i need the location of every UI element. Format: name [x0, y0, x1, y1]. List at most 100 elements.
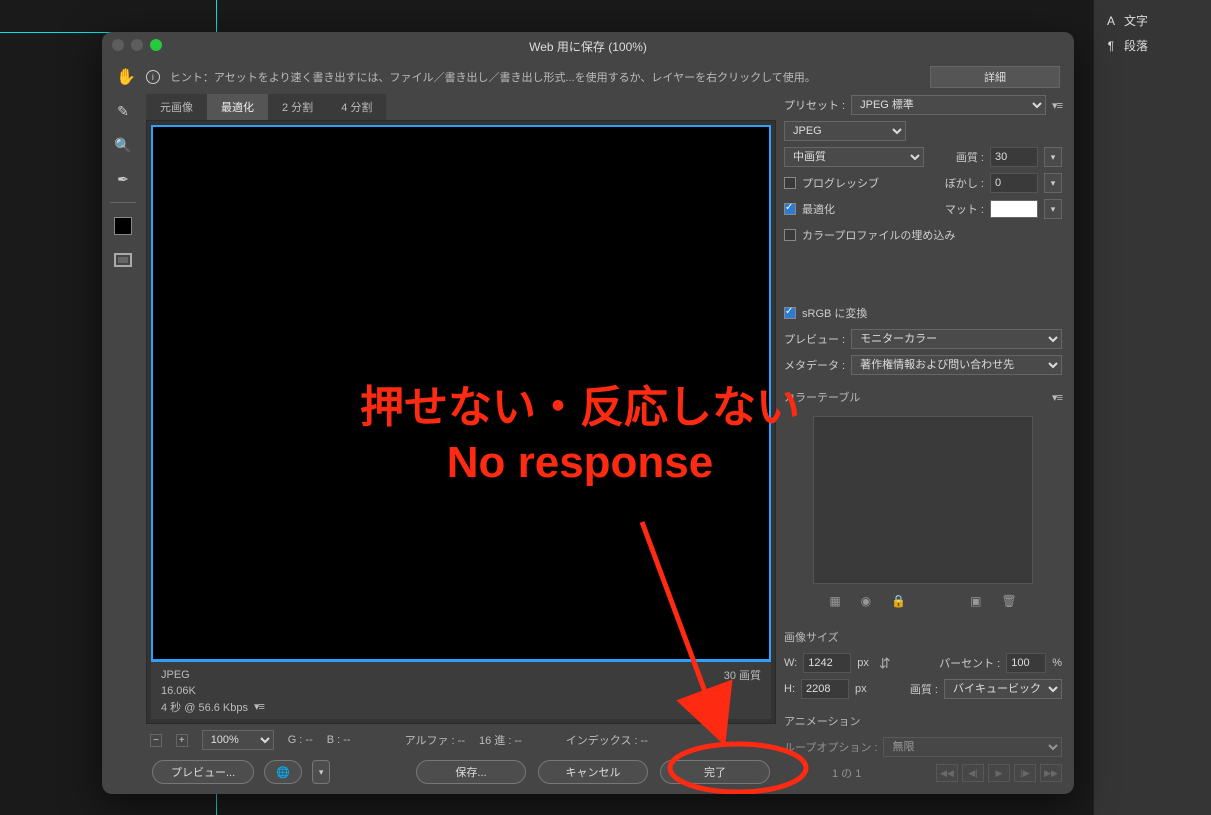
- ct-icon-2[interactable]: ◉: [861, 594, 871, 608]
- tool-separator: [110, 202, 136, 203]
- anim-prev-icon: ◀|: [962, 764, 984, 782]
- dialog-toolstrip: ✎ 🔍 ✒: [108, 94, 138, 784]
- window-traffic-lights: [112, 39, 162, 51]
- height-px: px: [855, 683, 867, 695]
- annotation-line1: 押せない・反応しない: [360, 380, 800, 435]
- percent-input[interactable]: [1006, 653, 1046, 673]
- matte-color-swatch[interactable]: [990, 200, 1038, 218]
- ct-icon-1[interactable]: ▦: [829, 594, 840, 608]
- readout-b: B : --: [327, 734, 351, 746]
- matte-dropdown-icon[interactable]: ▾: [1044, 199, 1062, 219]
- tab-original[interactable]: 元画像: [146, 94, 207, 120]
- readout-alpha: アルファ : --: [405, 732, 465, 748]
- anim-play-icon: ▶: [988, 764, 1010, 782]
- srgb-checkbox[interactable]: [784, 307, 796, 319]
- window-minimize-button[interactable]: [131, 39, 143, 51]
- zoom-tool-icon[interactable]: 🔍: [110, 132, 136, 158]
- anim-last-icon: ▶▶: [1040, 764, 1062, 782]
- panel-row-character[interactable]: A 文字: [1098, 8, 1207, 33]
- readout-hex: 16 進 : --: [479, 732, 522, 748]
- width-label: W:: [784, 657, 797, 669]
- panel-row-paragraph[interactable]: ¶ 段落: [1098, 33, 1207, 58]
- tab-4up[interactable]: 4 分割: [327, 94, 386, 120]
- metadata-label: メタデータ :: [784, 357, 845, 373]
- preview-underbar: − + 100% R : -- G : -- B : -- アルファ : -- …: [146, 724, 776, 756]
- preview-menu-icon[interactable]: ▾≡: [254, 700, 264, 713]
- eyedropper-tool-icon[interactable]: ✒: [110, 166, 136, 192]
- preset-select[interactable]: JPEG 標準: [851, 95, 1046, 115]
- tab-optimized[interactable]: 最適化: [207, 94, 268, 120]
- embed-profile-checkbox[interactable]: [784, 229, 796, 241]
- dialog-footer: プレビュー... 🌐 ▾ 保存... キャンセル 完了: [146, 756, 776, 784]
- width-input[interactable]: [803, 653, 851, 673]
- ct-lock-icon[interactable]: 🔒: [891, 594, 906, 608]
- loop-label: ループオプション :: [784, 739, 877, 755]
- slice-select-tool-icon[interactable]: ✎: [110, 98, 136, 124]
- link-dimensions-icon[interactable]: ⇵: [875, 655, 895, 672]
- zoom-in-icon[interactable]: +: [176, 734, 188, 747]
- annotation-line2: No response: [360, 435, 800, 490]
- ct-new-icon[interactable]: ▣: [970, 594, 981, 608]
- character-icon: A: [1104, 14, 1118, 28]
- loop-select: 無限: [883, 737, 1062, 757]
- blur-label: ぼかし :: [945, 175, 984, 191]
- preview-format: JPEG: [161, 669, 190, 681]
- hint-bar: ✋ i ヒント：アセットをより速く書き出すには、ファイル／書き出し／書き出し形式…: [102, 60, 1074, 94]
- settings-column: プリセット : JPEG 標準 ▾≡ JPEG 中画質 画質 : ▾ プログレッ…: [784, 94, 1062, 784]
- hand-tool-icon[interactable]: ✋: [116, 67, 136, 87]
- preview-tabs: 元画像 最適化 2 分割 4 分割: [146, 94, 776, 120]
- format-select[interactable]: JPEG: [784, 121, 906, 141]
- metadata-select[interactable]: 著作権情報および問い合わせ先: [851, 355, 1062, 375]
- anim-first-icon: ◀◀: [936, 764, 958, 782]
- height-label: H:: [784, 683, 795, 695]
- save-button[interactable]: 保存...: [416, 760, 526, 784]
- zoom-select[interactable]: 100%: [202, 730, 274, 750]
- quality-stepper-icon[interactable]: ▾: [1044, 147, 1062, 167]
- blur-stepper-icon[interactable]: ▾: [1044, 173, 1062, 193]
- done-button[interactable]: 完了: [660, 760, 770, 784]
- progressive-checkbox[interactable]: [784, 177, 796, 189]
- cancel-button[interactable]: キャンセル: [538, 760, 648, 784]
- tab-2up[interactable]: 2 分割: [268, 94, 327, 120]
- readout-g: G : --: [288, 734, 313, 746]
- color-table: [813, 416, 1033, 584]
- browser-select-button[interactable]: 🌐: [264, 760, 302, 784]
- browser-dropdown-icon[interactable]: ▾: [312, 760, 330, 784]
- preview-filesize: 16.06K: [161, 685, 196, 697]
- hint-text: ヒント：アセットをより速く書き出すには、ファイル／書き出し／書き出し形式...を…: [170, 69, 816, 85]
- resample-label: 画質 :: [910, 681, 938, 697]
- blur-input[interactable]: [990, 173, 1038, 193]
- info-icon: i: [146, 70, 160, 84]
- paragraph-label: 段落: [1124, 37, 1148, 54]
- percent-label: パーセント :: [939, 655, 1000, 671]
- matte-label: マット :: [945, 201, 984, 217]
- toggle-slices-icon[interactable]: [110, 247, 136, 273]
- anim-next-icon: |▶: [1014, 764, 1036, 782]
- preview-timing: 4 秒 @ 56.6 Kbps: [161, 699, 248, 715]
- embed-profile-label: カラープロファイルの埋め込み: [802, 227, 955, 243]
- character-label: 文字: [1124, 12, 1148, 29]
- optimize-checkbox[interactable]: [784, 203, 796, 215]
- image-size-label: 画像サイズ: [784, 629, 839, 645]
- resample-select[interactable]: バイキュービック法: [944, 679, 1062, 699]
- window-zoom-button[interactable]: [150, 39, 162, 51]
- quality-level-select[interactable]: 中画質: [784, 147, 924, 167]
- window-close-button[interactable]: [112, 39, 124, 51]
- height-input[interactable]: [801, 679, 849, 699]
- eyedropper-color-swatch[interactable]: [110, 213, 136, 239]
- detail-button[interactable]: 詳細: [930, 66, 1060, 88]
- host-right-panels: A 文字 ¶ 段落: [1093, 0, 1211, 815]
- width-px: px: [857, 657, 869, 669]
- color-table-toolbar: ▦ ◉ 🔒 ▣ 🗑: [784, 590, 1062, 616]
- quality-input[interactable]: [990, 147, 1038, 167]
- preview-in-browser-button[interactable]: プレビュー...: [152, 760, 254, 784]
- ct-trash-icon[interactable]: 🗑: [1001, 594, 1016, 608]
- preview-footer: JPEG 30 画質 16.06K 4 秒 @ 56.6 Kbps ▾≡: [151, 661, 771, 719]
- zoom-out-icon[interactable]: −: [150, 734, 162, 747]
- color-table-menu-icon[interactable]: ▾≡: [1052, 391, 1062, 404]
- dialog-title: Web 用に保存 (100%): [529, 38, 647, 55]
- preset-menu-icon[interactable]: ▾≡: [1052, 99, 1062, 112]
- srgb-label: sRGB に変換: [802, 305, 867, 321]
- quality-label: 画質 :: [956, 149, 984, 165]
- preview-proof-select[interactable]: モニターカラー: [851, 329, 1062, 349]
